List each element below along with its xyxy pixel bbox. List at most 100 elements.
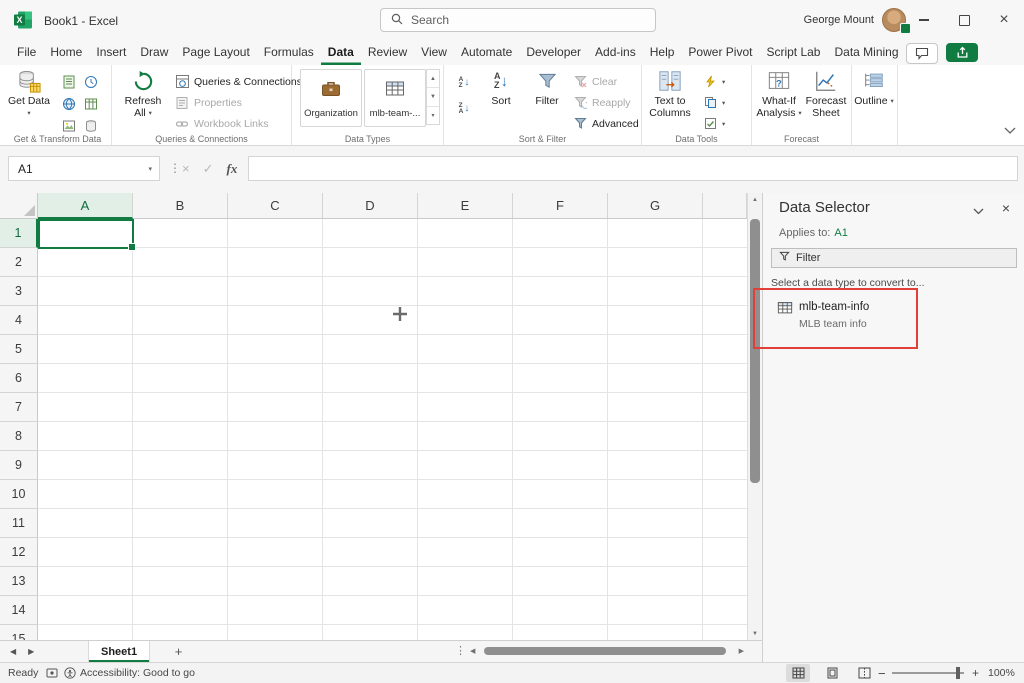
column-header-D[interactable]: D [323,193,418,219]
scroll-left-icon[interactable]: ◀ [470,647,475,655]
formula-input[interactable] [248,156,1018,181]
advanced-filter-button[interactable]: Advanced [572,113,639,134]
select-all-corner[interactable] [0,193,38,219]
column-header-C[interactable]: C [228,193,323,219]
existing-connections-icon[interactable] [83,118,99,134]
ribbon-tab-add-ins[interactable]: Add-ins [588,40,643,65]
forecast-sheet-button[interactable]: Forecast Sheet [804,67,848,119]
ribbon-tab-page-layout[interactable]: Page Layout [175,40,256,65]
filter-input[interactable]: Filter [771,248,1017,268]
enter-check-icon[interactable]: ✓ [203,161,214,177]
sort-descending-button[interactable]: ZA↓ [450,97,478,121]
ribbon-tab-automate[interactable]: Automate [454,40,519,65]
gallery-up-icon[interactable]: ▲ [427,70,439,88]
zoom-level[interactable]: 100% [988,663,1015,683]
row-header-2[interactable]: 2 [0,248,38,277]
from-table-range-icon[interactable] [83,96,99,112]
sheet-bar-grip[interactable]: ⋮ [455,644,466,657]
column-header-G[interactable]: G [608,193,703,219]
share-button[interactable] [946,43,978,62]
row-header-10[interactable]: 10 [0,480,38,509]
cells-area[interactable] [38,219,747,640]
zoom-slider-thumb[interactable] [956,667,960,679]
search-box[interactable]: Search [380,8,656,32]
filter-button[interactable]: Filter [526,67,568,107]
ribbon-tab-insert[interactable]: Insert [89,40,133,65]
column-header-partial[interactable] [703,193,747,219]
row-header-6[interactable]: 6 [0,364,38,393]
comments-button[interactable] [906,43,938,64]
from-text-csv-icon[interactable] [61,74,77,90]
accessibility-status[interactable]: Accessibility: Good to go [80,663,195,683]
row-header-11[interactable]: 11 [0,509,38,538]
scroll-right-icon[interactable]: ▶ [739,647,744,655]
what-if-analysis-button[interactable]: ? What-If Analysis ▾ [756,67,802,120]
column-header-E[interactable]: E [418,193,513,219]
outline-button[interactable]: Outline ▾ [852,67,896,108]
horizontal-scrollbar[interactable]: ◀ ▶ [468,646,746,657]
close-button[interactable]: × [984,0,1024,40]
selected-cell-A1[interactable] [38,219,134,249]
collapse-ribbon-button[interactable] [1004,121,1016,139]
row-header-1[interactable]: 1 [0,219,38,248]
remove-duplicates-button[interactable]: ▾ [702,92,725,113]
zoom-out-button[interactable]: − [878,663,886,683]
add-sheet-button[interactable]: + [170,643,187,660]
fill-handle[interactable] [128,243,136,251]
sheet-nav-right-icon[interactable]: ▶ [28,647,34,656]
insert-function-button[interactable]: fx [227,161,238,177]
row-header-3[interactable]: 3 [0,277,38,306]
scroll-down-icon[interactable]: ▼ [748,627,762,640]
row-header-9[interactable]: 9 [0,451,38,480]
row-header-14[interactable]: 14 [0,596,38,625]
data-validation-button[interactable]: ▾ [702,113,725,134]
formula-bar-grip[interactable]: ⋮ [169,161,181,175]
row-header-5[interactable]: 5 [0,335,38,364]
ribbon-tab-data-mining[interactable]: Data Mining [827,40,905,65]
workbook-links-button[interactable]: Workbook Links [174,113,302,134]
ribbon-tab-script-lab[interactable]: Script Lab [759,40,827,65]
page-layout-view-button[interactable] [820,664,844,682]
data-type-result-mlb-team-info[interactable]: mlb-team-info MLB team info [777,300,997,321]
maximize-button[interactable] [944,0,984,40]
ribbon-tab-review[interactable]: Review [361,40,414,65]
horizontal-scrollbar-thumb[interactable] [484,647,726,655]
sort-ascending-button[interactable]: AZ↓ [450,71,478,95]
vertical-scrollbar[interactable]: ▲ ▼ [747,193,762,640]
clear-filter-button[interactable]: Clear [572,71,639,92]
column-header-F[interactable]: F [513,193,608,219]
ribbon-tab-data[interactable]: Data [321,40,361,65]
pane-options-button[interactable] [973,202,984,220]
ribbon-tab-formulas[interactable]: Formulas [257,40,321,65]
ribbon-tab-power-pivot[interactable]: Power Pivot [681,40,759,65]
data-type-mlb-team[interactable]: mlb-team-... [364,69,426,127]
ribbon-tab-view[interactable]: View [414,40,454,65]
properties-button[interactable]: Properties [174,92,302,113]
recent-sources-icon[interactable] [83,74,99,90]
get-data-button[interactable]: Get Data ▾ [6,67,52,120]
normal-view-button[interactable] [786,664,810,682]
pane-close-button[interactable]: × [1002,200,1010,216]
macro-record-icon[interactable] [46,663,58,683]
vertical-scrollbar-thumb[interactable] [750,219,760,483]
zoom-in-button[interactable]: + [972,663,979,683]
sheet-nav-left-icon[interactable]: ◀ [10,647,16,656]
sort-button[interactable]: AZ↓ Sort [480,67,522,107]
scroll-up-icon[interactable]: ▲ [748,193,762,206]
row-header-15[interactable]: 15 [0,625,38,640]
name-box[interactable]: A1 ▾ [8,156,160,181]
column-header-B[interactable]: B [133,193,228,219]
row-header-8[interactable]: 8 [0,422,38,451]
ribbon-tab-developer[interactable]: Developer [519,40,588,65]
text-to-columns-button[interactable]: Text to Columns [646,67,694,119]
from-picture-icon[interactable] [61,118,77,134]
ribbon-tab-file[interactable]: File [10,40,43,65]
minimize-button[interactable] [904,0,944,40]
ribbon-tab-home[interactable]: Home [43,40,89,65]
column-header-A[interactable]: A [38,193,133,219]
reapply-filter-button[interactable]: Reapply [572,92,639,113]
applies-to-value[interactable]: A1 [834,227,847,239]
row-header-13[interactable]: 13 [0,567,38,596]
cancel-icon[interactable]: × [182,161,190,176]
row-header-4[interactable]: 4 [0,306,38,335]
